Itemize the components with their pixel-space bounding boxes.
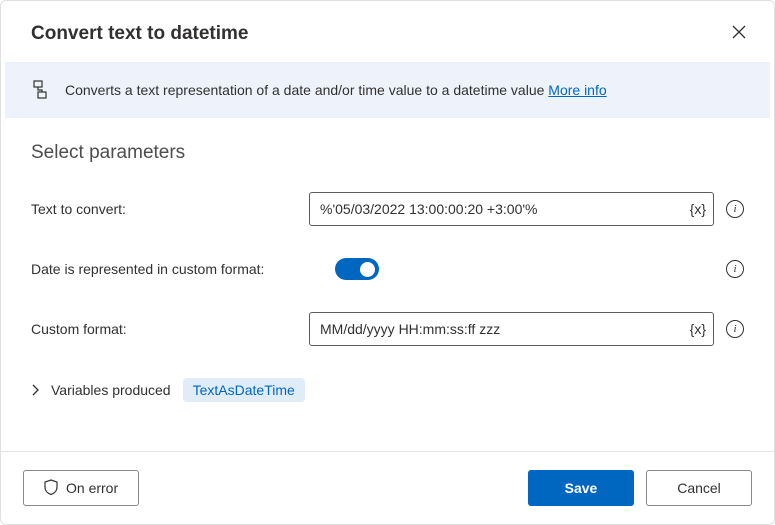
section-title: Select parameters	[31, 142, 744, 164]
footer-actions: Save Cancel	[528, 470, 752, 506]
action-icon	[33, 80, 51, 100]
shield-icon	[44, 479, 58, 498]
info-banner-message: Converts a text representation of a date…	[65, 82, 548, 98]
more-info-link[interactable]: More info	[548, 82, 606, 98]
on-error-button[interactable]: On error	[23, 470, 139, 506]
custom-format-input[interactable]	[309, 312, 714, 346]
on-error-label: On error	[66, 480, 118, 496]
info-icon[interactable]: i	[726, 320, 744, 338]
custom-format-label: Custom format:	[31, 321, 295, 337]
chevron-right-icon[interactable]	[31, 384, 39, 396]
custom-format-input-wrap: {x}	[309, 312, 714, 346]
text-to-convert-row: Text to convert: {x} i	[31, 192, 744, 226]
info-banner: Converts a text representation of a date…	[5, 62, 770, 118]
info-banner-text: Converts a text representation of a date…	[65, 82, 607, 98]
info-icon[interactable]: i	[726, 260, 744, 278]
custom-format-row: Custom format: {x} i	[31, 312, 744, 346]
custom-format-toggle-row: Date is represented in custom format: i	[31, 258, 744, 280]
info-icon[interactable]: i	[726, 200, 744, 218]
close-icon	[732, 25, 746, 42]
variable-picker-icon[interactable]: {x}	[690, 201, 706, 217]
text-to-convert-input[interactable]	[309, 192, 714, 226]
text-to-convert-label: Text to convert:	[31, 201, 295, 217]
custom-format-toggle-label: Date is represented in custom format:	[31, 261, 321, 277]
close-button[interactable]	[726, 19, 752, 48]
save-button[interactable]: Save	[528, 470, 634, 506]
variables-produced-row: Variables produced TextAsDateTime	[31, 378, 744, 402]
text-to-convert-control: {x} i	[309, 192, 744, 226]
dialog-footer: On error Save Cancel	[1, 451, 774, 524]
variable-picker-icon[interactable]: {x}	[690, 321, 706, 337]
dialog-content: Select parameters Text to convert: {x} i…	[1, 118, 774, 451]
dialog-header: Convert text to datetime	[1, 1, 774, 62]
custom-format-toggle-control: i	[335, 258, 744, 280]
variables-produced-label: Variables produced	[51, 382, 171, 398]
cancel-button[interactable]: Cancel	[646, 470, 752, 506]
text-to-convert-input-wrap: {x}	[309, 192, 714, 226]
dialog-title: Convert text to datetime	[31, 23, 248, 45]
custom-format-control: {x} i	[309, 312, 744, 346]
custom-format-toggle[interactable]	[335, 258, 379, 280]
variable-badge[interactable]: TextAsDateTime	[183, 378, 305, 402]
